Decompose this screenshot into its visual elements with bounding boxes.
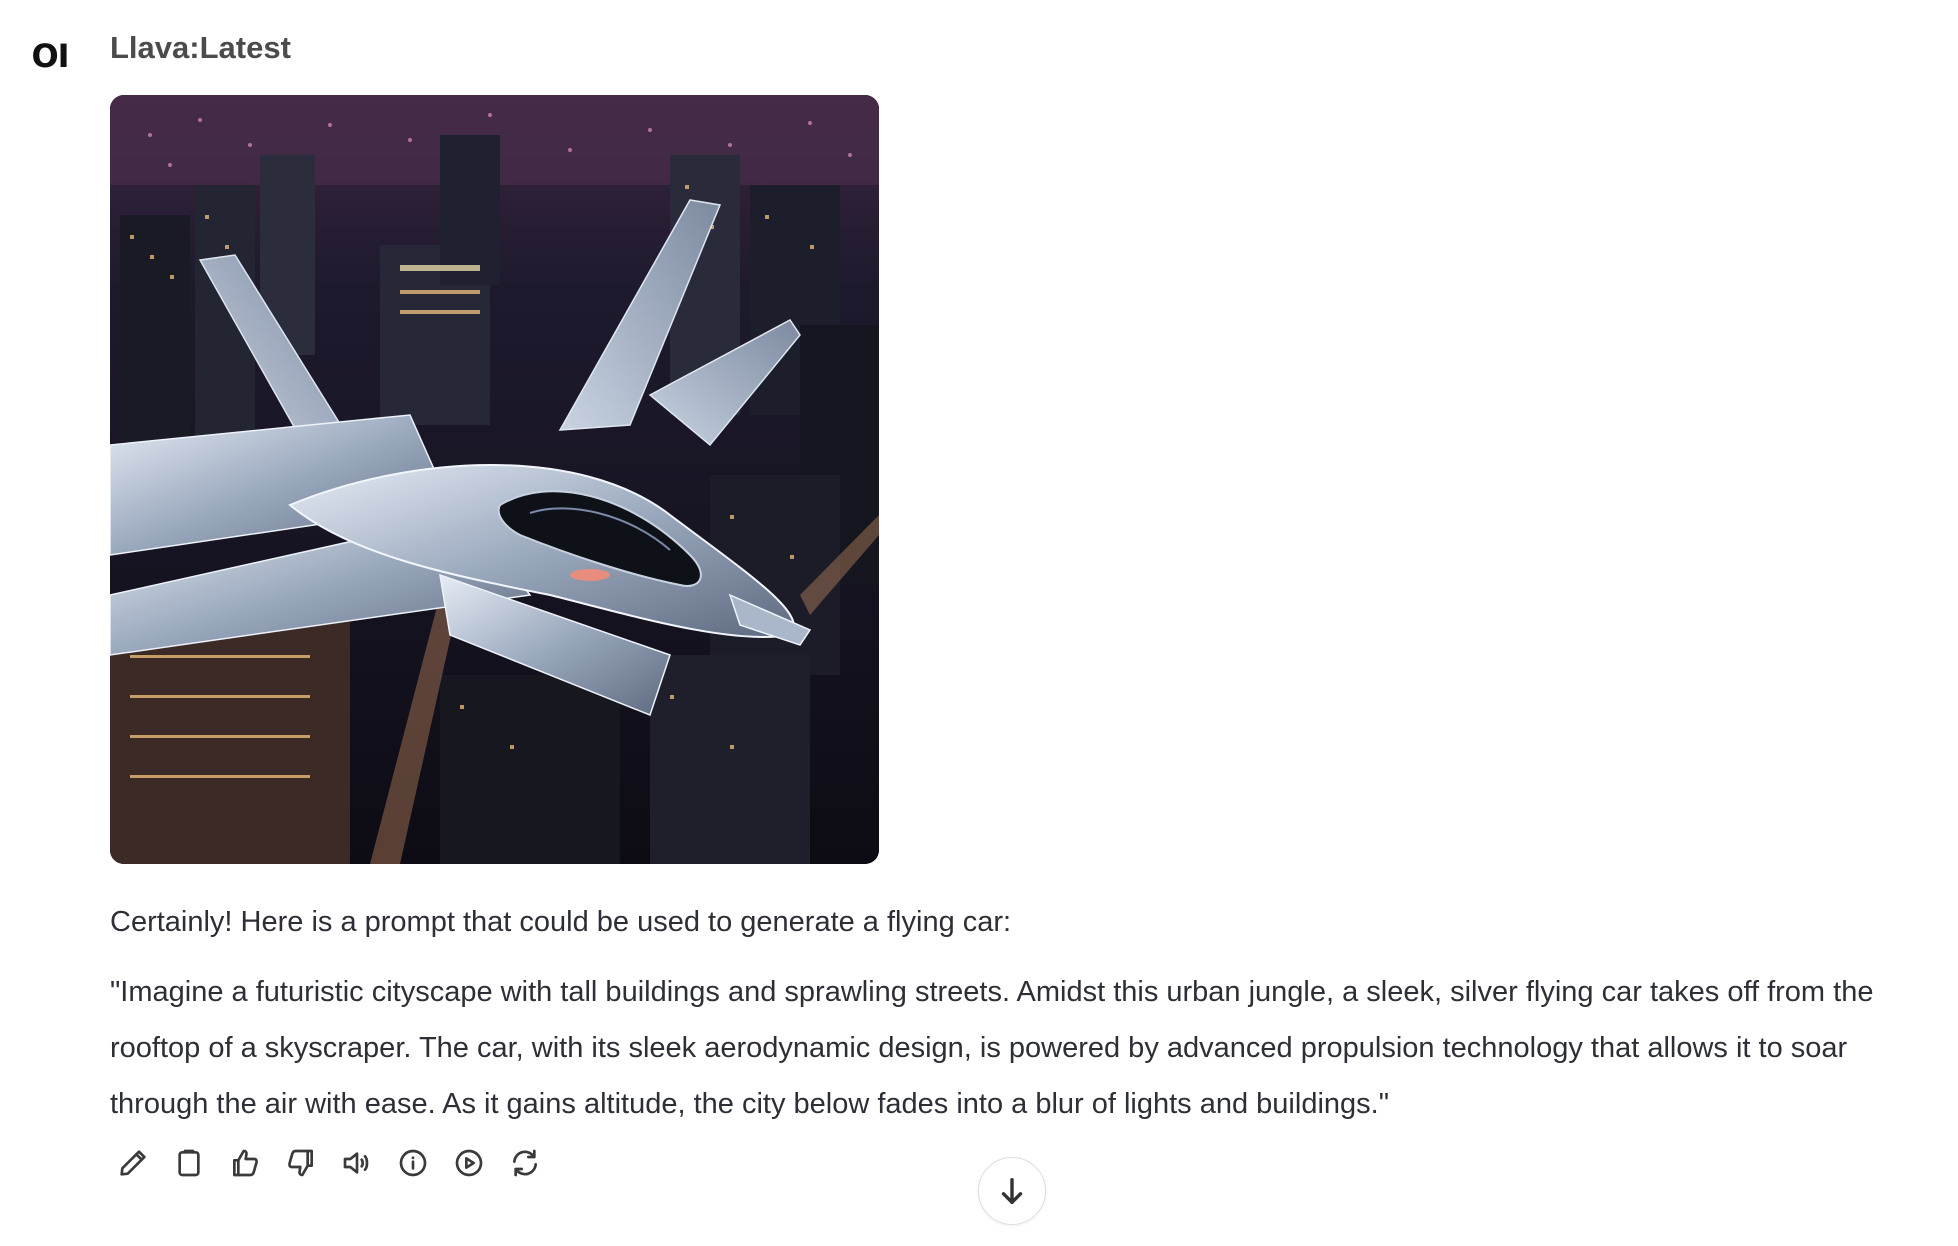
message-actions [110,1140,548,1186]
scroll-to-bottom-button[interactable] [978,1157,1046,1225]
play-icon [455,1149,483,1177]
continue-button[interactable] [446,1140,492,1186]
speaker-icon [343,1152,369,1174]
generated-image[interactable] [110,95,879,864]
edit-icon [120,1150,146,1176]
thumbs-up-button[interactable] [222,1140,268,1186]
read-aloud-button[interactable] [334,1140,380,1186]
arrow-down-icon [1001,1177,1023,1205]
thumbs-up-icon [233,1149,258,1177]
edit-button[interactable] [110,1140,156,1186]
info-icon [399,1149,427,1177]
message-quote: "Imagine a futuristic cityscape with tal… [110,976,1874,1120]
thumbs-down-button[interactable] [278,1140,324,1186]
copy-icon [178,1149,200,1177]
info-button[interactable] [390,1140,436,1186]
flying-car-image [110,95,879,864]
model-name: Llava:Latest [110,30,291,65]
regenerate-button[interactable] [502,1140,548,1186]
thumbs-down-icon [288,1149,313,1177]
message-intro: Certainly! Here is a prompt that could b… [110,906,1012,938]
regenerate-icon [513,1149,537,1177]
assistant-avatar: OI [31,37,69,75]
copy-button[interactable] [166,1140,212,1186]
